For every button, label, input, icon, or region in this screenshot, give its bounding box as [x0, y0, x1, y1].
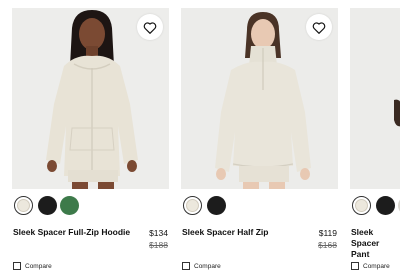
sale-price: $119: [318, 228, 337, 238]
product-name[interactable]: Sleek Spacer Pant: [351, 227, 395, 260]
compare-label: Compare: [25, 262, 52, 270]
swatch-black[interactable]: [207, 196, 226, 215]
product-name[interactable]: Sleek Spacer Full-Zip Hoodie: [13, 227, 130, 238]
swatch-green[interactable]: [60, 196, 79, 215]
product-image[interactable]: [181, 8, 338, 189]
product-card-full-zip-hoodie[interactable]: Sleek Spacer Full-Zip Hoodie $134 $188 C…: [12, 0, 169, 272]
swatch-cream[interactable]: [14, 196, 33, 215]
checkbox-box[interactable]: [13, 262, 21, 270]
product-photo: [350, 8, 400, 189]
product-image[interactable]: [350, 8, 400, 189]
product-price: $134 $188: [149, 227, 168, 251]
compare-label: Compare: [194, 262, 221, 270]
original-price: $188: [149, 240, 168, 250]
product-card-pant[interactable]: Sleek Spacer Pant Compare: [350, 0, 400, 272]
swatch-cream[interactable]: [352, 196, 371, 215]
checkbox-box[interactable]: [182, 262, 190, 270]
swatch-black[interactable]: [38, 196, 57, 215]
swatch-cream[interactable]: [183, 196, 202, 215]
swatch-black[interactable]: [376, 196, 395, 215]
heart-outline-icon[interactable]: [137, 14, 163, 40]
sale-price: $134: [149, 228, 168, 238]
product-name[interactable]: Sleek Spacer Half Zip: [182, 227, 268, 238]
compare-checkbox[interactable]: Compare: [182, 262, 221, 270]
original-price: $168: [318, 240, 337, 250]
product-image[interactable]: [12, 8, 169, 189]
heart-outline-icon[interactable]: [306, 14, 332, 40]
product-price: $119 $168: [318, 227, 337, 251]
compare-checkbox[interactable]: Compare: [351, 262, 390, 270]
compare-checkbox[interactable]: Compare: [13, 262, 52, 270]
product-card-half-zip[interactable]: Sleek Spacer Half Zip $119 $168 Compare: [181, 0, 338, 272]
compare-label: Compare: [363, 262, 390, 270]
checkbox-box[interactable]: [351, 262, 359, 270]
